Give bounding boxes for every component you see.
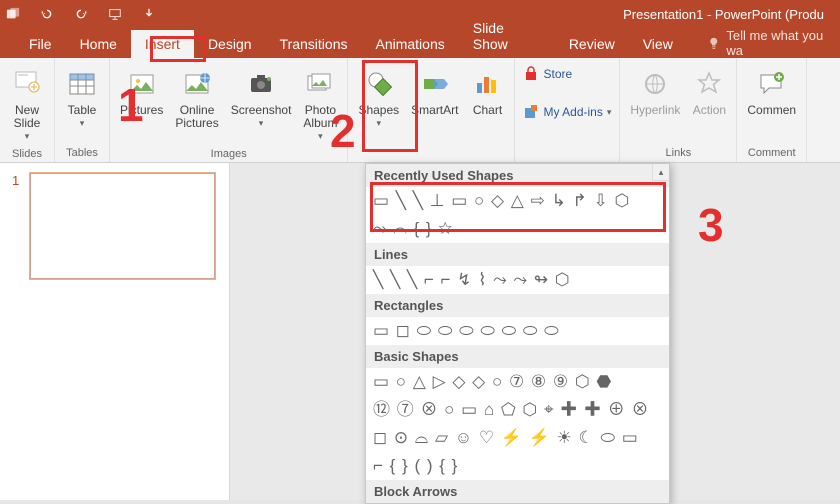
store-icon	[523, 66, 539, 82]
shapes-row-basic-1[interactable]: ▭ ○ △ ▷ ◇ ◇ ○ ⑦ ⑧ ⑨ ⬡ ⬣	[366, 368, 669, 396]
tab-review[interactable]: Review	[555, 30, 629, 58]
hyperlink-button[interactable]: Hyperlink	[624, 62, 686, 145]
tab-view[interactable]: View	[629, 30, 687, 58]
new-comment-button[interactable]: Commen	[741, 62, 802, 145]
slide-number: 1	[12, 173, 19, 188]
chevron-down-icon: ▾	[80, 118, 85, 129]
hyperlink-icon	[640, 66, 670, 102]
window-title: Presentation1 - PowerPoint (Produ	[623, 7, 824, 22]
shapes-row-basic-4[interactable]: ⌐ { } ( ) { }	[366, 452, 669, 480]
tab-transitions[interactable]: Transitions	[266, 30, 362, 58]
my-addins-button[interactable]: My Add-ins ▾	[523, 104, 611, 120]
new-slide-button[interactable]: New Slide ▾	[4, 62, 50, 146]
action-icon	[694, 66, 724, 102]
group-comments: Commen Comment	[737, 58, 807, 162]
chevron-down-icon: ▾	[25, 131, 30, 142]
comment-icon	[757, 66, 787, 102]
touch-mode-icon[interactable]	[142, 7, 156, 21]
pictures-icon	[127, 66, 157, 102]
redo-icon[interactable]	[74, 7, 88, 21]
online-pictures-button[interactable]: Online Pictures	[169, 62, 224, 146]
chart-button[interactable]: Chart	[464, 62, 510, 145]
tab-file[interactable]: File	[15, 30, 66, 58]
photo-album-button[interactable]: Photo Album ▾	[297, 62, 343, 146]
shapes-dropdown: ▴ Recently Used Shapes ▭ ╲ ╲ ⊥ ▭ ○ ◇ △ ⇨…	[365, 163, 670, 504]
addins-icon	[523, 104, 539, 120]
scroll-up-button[interactable]: ▴	[652, 164, 669, 181]
chart-icon	[472, 66, 502, 102]
slide-thumbnail-panel: 1	[0, 163, 230, 500]
shapes-row-rects[interactable]: ▭ ◻ ⬭ ⬭ ⬭ ⬭ ⬭ ⬭ ⬭	[366, 317, 669, 345]
group-images: Pictures Online Pictures Screenshot ▾ Ph…	[110, 58, 348, 162]
smartart-button[interactable]: SmartArt	[405, 62, 464, 145]
tab-design[interactable]: Design	[194, 30, 266, 58]
screenshot-button[interactable]: Screenshot ▾	[225, 62, 298, 146]
shapes-icon	[363, 66, 395, 102]
group-links: Hyperlink Action Links	[620, 58, 737, 162]
chevron-down-icon: ▾	[607, 107, 612, 118]
tab-animations[interactable]: Animations	[361, 30, 458, 58]
chevron-down-icon: ▾	[377, 118, 382, 129]
title-bar: Presentation1 - PowerPoint (Produ	[0, 0, 840, 28]
ribbon-tabs: File Home Insert Design Transitions Anim…	[0, 28, 840, 58]
group-tables: Table ▾ Tables	[55, 58, 110, 162]
app-icon	[6, 7, 20, 21]
chevron-down-icon: ▾	[259, 118, 264, 129]
tell-me[interactable]: Tell me what you wa	[707, 28, 840, 58]
shapes-group-basic-header: Basic Shapes	[366, 345, 669, 368]
pictures-button[interactable]: Pictures	[114, 62, 169, 146]
shapes-row-lines[interactable]: ╲ ╲ ╲ ⌐ ⌐ ↯ ⌇ ⤳ ⤳ ↬ ⬡	[366, 266, 669, 294]
shapes-row-basic-3[interactable]: ◻ ⊙ ⌓ ▱ ☺ ♡ ⚡ ⚡ ☀ ☾ ⬭ ▭	[366, 424, 669, 452]
new-slide-icon	[12, 66, 42, 102]
shapes-row-recent-2[interactable]: ⤳ ⌒ { } ☆	[366, 215, 669, 243]
shapes-row-basic-2[interactable]: ⑫ ⑦ ⊗ ○ ▭ ⌂ ⬠ ⬡ ⌖ ✚ ✚ ⊕ ⊗	[366, 396, 669, 424]
chevron-down-icon: ▾	[318, 131, 323, 142]
table-button[interactable]: Table ▾	[59, 62, 105, 145]
quick-access-toolbar	[6, 7, 156, 21]
shapes-group-lines-header: Lines	[366, 243, 669, 266]
undo-icon[interactable]	[40, 7, 54, 21]
store-button[interactable]: Store	[523, 66, 611, 82]
action-button[interactable]: Action	[686, 62, 732, 145]
shapes-row-recent-1[interactable]: ▭ ╲ ╲ ⊥ ▭ ○ ◇ △ ⇨ ↳ ↱ ⇩ ⬡	[366, 187, 669, 215]
screenshot-icon	[246, 66, 276, 102]
table-icon	[67, 66, 97, 102]
slide-thumbnail-1[interactable]	[30, 173, 215, 279]
group-illustrations: Shapes ▾ SmartArt Chart	[348, 58, 515, 162]
tab-home[interactable]: Home	[66, 30, 131, 58]
tab-slideshow[interactable]: Slide Show	[459, 14, 555, 58]
shapes-group-recent-header: Recently Used Shapes	[366, 164, 669, 187]
group-addins: Store My Add-ins ▾	[515, 58, 620, 162]
shapes-group-rects-header: Rectangles	[366, 294, 669, 317]
smartart-icon	[420, 66, 450, 102]
start-slideshow-icon[interactable]	[108, 7, 122, 21]
photo-album-icon	[305, 66, 335, 102]
shapes-button[interactable]: Shapes ▾	[352, 62, 405, 145]
tab-insert[interactable]: Insert	[131, 30, 194, 58]
online-pictures-icon	[182, 66, 212, 102]
ribbon: New Slide ▾ Slides Table ▾ Tables Pictur…	[0, 58, 840, 163]
group-slides: New Slide ▾ Slides	[0, 58, 55, 162]
